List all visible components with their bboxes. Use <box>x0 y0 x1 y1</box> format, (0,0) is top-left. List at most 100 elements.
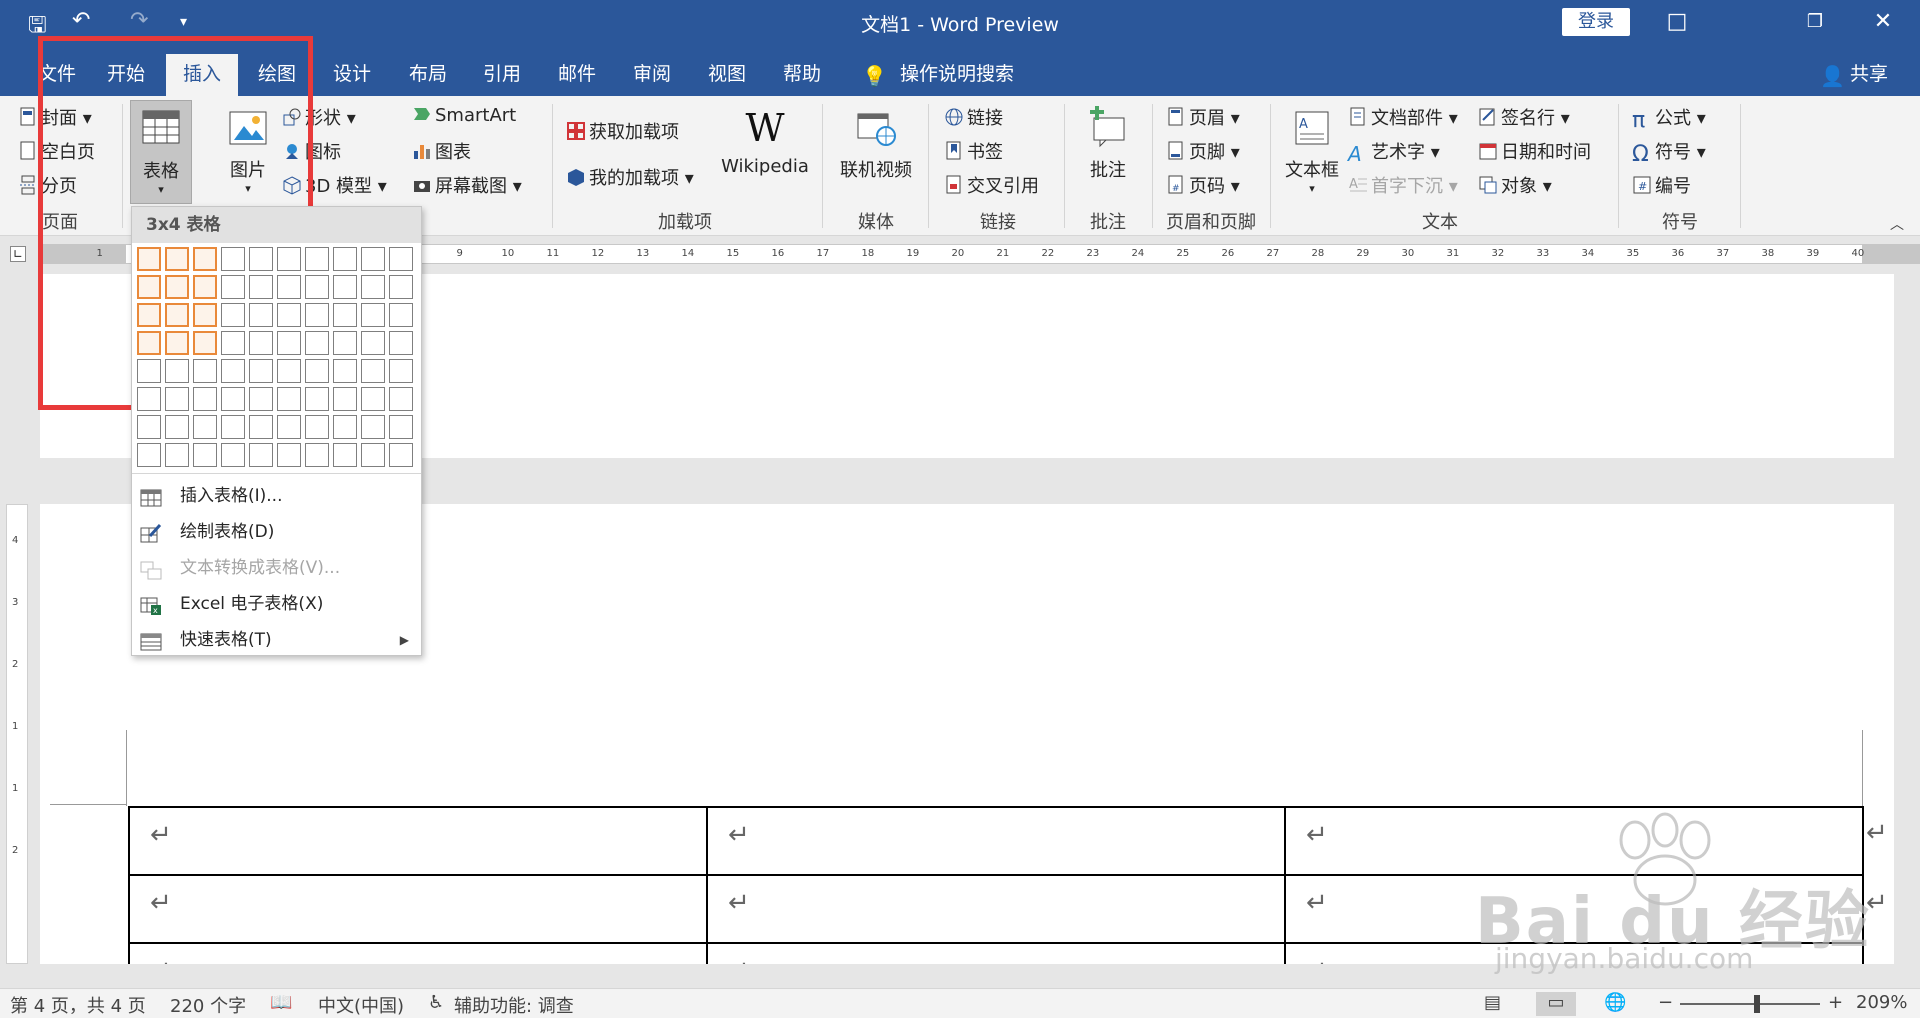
grid-cell[interactable] <box>137 247 161 271</box>
tab-design[interactable]: 设计 <box>320 54 384 96</box>
grid-cell[interactable] <box>305 275 329 299</box>
grid-cell[interactable] <box>193 275 217 299</box>
tab-references[interactable]: 引用 <box>470 54 534 96</box>
grid-cell[interactable] <box>277 303 301 327</box>
grid-cell[interactable] <box>361 415 385 439</box>
grid-cell[interactable] <box>137 303 161 327</box>
grid-cell[interactable] <box>193 415 217 439</box>
grid-cell[interactable] <box>249 303 273 327</box>
grid-cell[interactable] <box>361 443 385 467</box>
grid-cell[interactable] <box>333 415 357 439</box>
insert-table-menu-item[interactable]: 插入表格(I)... <box>132 479 421 513</box>
grid-cell[interactable] <box>137 275 161 299</box>
grid-cell[interactable] <box>221 443 245 467</box>
grid-cell[interactable] <box>389 247 413 271</box>
grid-cell[interactable] <box>333 247 357 271</box>
zoom-in-icon[interactable]: + <box>1828 992 1843 1013</box>
grid-cell[interactable] <box>165 415 189 439</box>
page-count[interactable]: 第 4 页，共 4 页 <box>10 992 146 1018</box>
bookmark-button[interactable]: 书签 <box>944 138 1003 164</box>
grid-cell[interactable] <box>389 415 413 439</box>
drop-cap-button[interactable]: A 首字下沉 ▾ <box>1348 172 1458 198</box>
grid-cell[interactable] <box>137 331 161 355</box>
tell-me-search[interactable]: 操作说明搜索 <box>900 54 1014 96</box>
grid-cell[interactable] <box>277 247 301 271</box>
grid-cell[interactable] <box>277 415 301 439</box>
grid-cell[interactable] <box>221 359 245 383</box>
zoom-slider[interactable] <box>1680 995 1820 1013</box>
grid-cell[interactable] <box>305 247 329 271</box>
word-count[interactable]: 220 个字 <box>170 992 246 1018</box>
grid-cell[interactable] <box>137 359 161 383</box>
grid-cell[interactable] <box>249 247 273 271</box>
print-layout-icon[interactable]: ▭ <box>1536 992 1576 1016</box>
grid-cell[interactable] <box>389 443 413 467</box>
grid-cell[interactable] <box>221 275 245 299</box>
grid-cell[interactable] <box>193 247 217 271</box>
grid-cell[interactable] <box>193 387 217 411</box>
smartart-button[interactable]: SmartArt <box>412 104 516 126</box>
object-button[interactable]: 对象 ▾ <box>1478 172 1552 198</box>
draw-table-menu-item[interactable]: 绘制表格(D) <box>132 515 421 549</box>
grid-cell[interactable] <box>221 247 245 271</box>
number-button[interactable]: # 编号 <box>1632 172 1691 198</box>
tab-review[interactable]: 审阅 <box>620 54 684 96</box>
grid-cell[interactable] <box>277 387 301 411</box>
restore-icon[interactable]: ❐ <box>1792 4 1838 40</box>
my-addins-button[interactable]: 我的加载项 ▾ <box>566 164 694 190</box>
grid-cell[interactable] <box>165 275 189 299</box>
wordart-button[interactable]: A 艺术字 ▾ <box>1348 138 1440 166</box>
grid-cell[interactable] <box>333 331 357 355</box>
grid-cell[interactable] <box>249 275 273 299</box>
grid-cell[interactable] <box>389 359 413 383</box>
grid-cell[interactable] <box>137 443 161 467</box>
symbol-button[interactable]: Ω 符号 ▾ <box>1632 138 1706 167</box>
header-button[interactable]: 页眉 ▾ <box>1166 104 1240 130</box>
grid-cell[interactable] <box>165 443 189 467</box>
web-layout-icon[interactable]: 🌐 <box>1604 992 1626 1013</box>
grid-cell[interactable] <box>137 387 161 411</box>
grid-cell[interactable] <box>305 415 329 439</box>
grid-cell[interactable] <box>221 331 245 355</box>
page-number-button[interactable]: # 页码 ▾ <box>1166 172 1240 198</box>
grid-cell[interactable] <box>221 303 245 327</box>
grid-cell[interactable] <box>277 331 301 355</box>
tab-mailings[interactable]: 邮件 <box>545 54 609 96</box>
grid-cell[interactable] <box>249 443 273 467</box>
table-cell[interactable]: ↵ <box>128 874 708 944</box>
grid-cell[interactable] <box>305 387 329 411</box>
table-cell[interactable]: ↵ <box>128 942 708 964</box>
grid-cell[interactable] <box>333 359 357 383</box>
comment-button[interactable]: 批注 <box>1078 106 1138 182</box>
grid-cell[interactable] <box>165 387 189 411</box>
grid-cell[interactable] <box>305 331 329 355</box>
grid-cell[interactable] <box>193 303 217 327</box>
grid-cell[interactable] <box>361 303 385 327</box>
tab-view[interactable]: 视图 <box>695 54 759 96</box>
grid-cell[interactable] <box>361 387 385 411</box>
signin-button[interactable]: 登录 <box>1562 8 1630 36</box>
footer-button[interactable]: 页脚 ▾ <box>1166 138 1240 164</box>
grid-cell[interactable] <box>193 359 217 383</box>
grid-cell[interactable] <box>389 275 413 299</box>
tab-selector-icon[interactable]: ∟ <box>10 246 26 262</box>
get-addins-button[interactable]: 获取加载项 <box>566 118 679 144</box>
grid-cell[interactable] <box>333 303 357 327</box>
grid-cell[interactable] <box>361 359 385 383</box>
grid-cell[interactable] <box>277 359 301 383</box>
signature-line-button[interactable]: 签名行 ▾ <box>1478 104 1570 130</box>
ribbon-display-icon[interactable]: □ <box>1654 4 1700 40</box>
link-button[interactable]: 链接 <box>944 104 1003 130</box>
close-icon[interactable]: ✕ <box>1860 4 1906 40</box>
grid-cell[interactable] <box>277 443 301 467</box>
grid-cell[interactable] <box>165 359 189 383</box>
quick-parts-button[interactable]: 文档部件 ▾ <box>1348 104 1458 130</box>
grid-cell[interactable] <box>305 303 329 327</box>
grid-cell[interactable] <box>305 359 329 383</box>
grid-cell[interactable] <box>305 443 329 467</box>
grid-cell[interactable] <box>333 387 357 411</box>
grid-cell[interactable] <box>389 303 413 327</box>
language-indicator[interactable]: 中文(中国) <box>318 992 404 1018</box>
cross-reference-button[interactable]: 交叉引用 <box>944 172 1039 198</box>
grid-cell[interactable] <box>333 443 357 467</box>
